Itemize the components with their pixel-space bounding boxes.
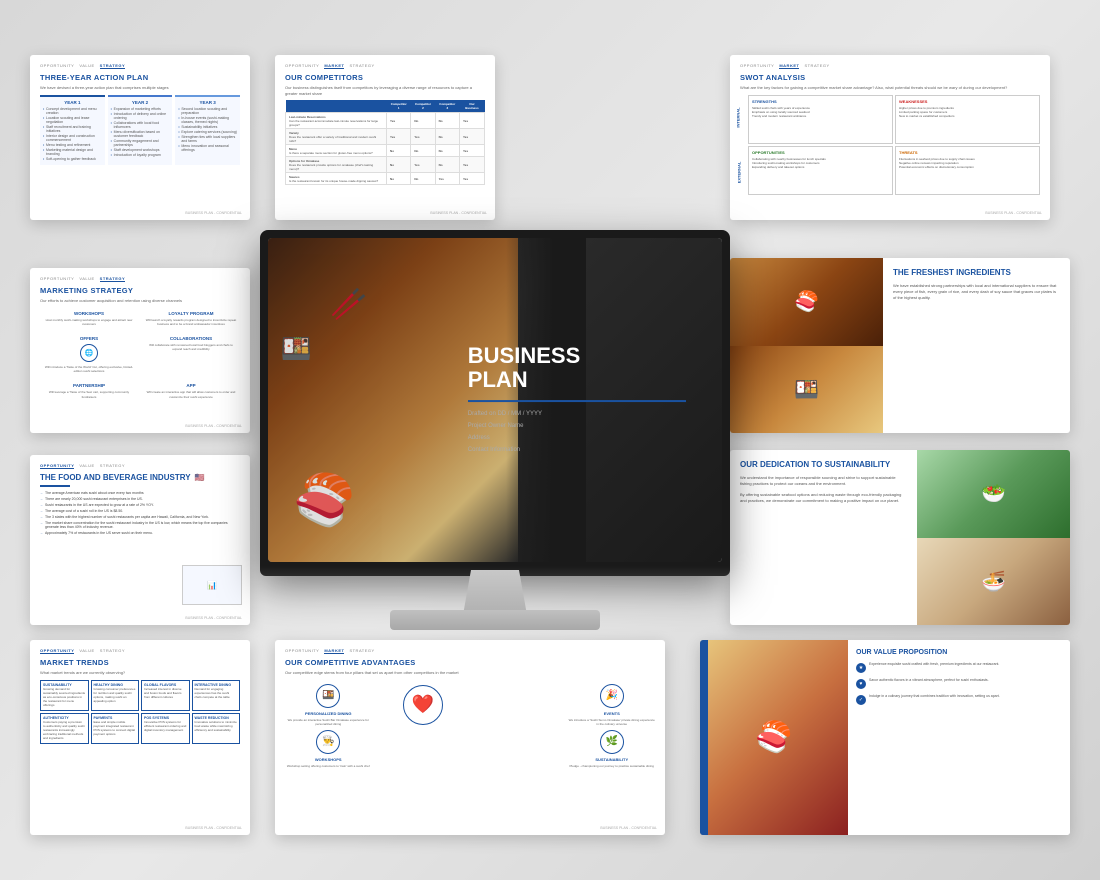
swot-opportunities: OPPORTUNITIES Collaborating with nearby … [748,146,893,195]
slide-market-trends: OPPORTUNITY VALUE STRATEGY MARKET TRENDS… [30,640,250,835]
trend-waste: WASTE REDUCTION Innovative solutions to … [192,713,241,744]
trends-grid-row1: SUSTAINABILITY Growing demand for sustai… [40,680,240,711]
trends-grid-row2: AUTHENTICITY Customers paying a premium … [40,713,240,744]
sustainability-title: OUR DEDICATION TO SUSTAINABILITY [740,460,907,470]
adv-sustainability: 🌿 SUSTAINABILITY Pledge - championing ou… [569,730,656,768]
value-item-2: ♥ Savor authentic flavors in a vibrant a… [856,678,1062,689]
competitors-table: Competitor 1 Competitor 2 Competitor 3 O… [285,100,485,185]
adv-events: 🎉 EVENTS We introduce a 'Sushi Sumo Omak… [569,684,656,726]
year-1-col: YEAR 1 Concept development and menu crea… [40,95,105,165]
food-industry-title: THE FOOD AND BEVERAGE INDUSTRY [40,473,191,483]
slide-freshest-ingredients: 🍣 🍱 THE FRESHEST INGREDIENTS We have est… [730,258,1070,433]
slide-value-proposition: 🍣 OUR VALUE PROPOSITION ★ Experience exq… [700,640,1070,835]
food-stats-list: The average American eats sushi about on… [40,491,240,535]
market-trends-subtitle: What market trends are we currently obse… [40,670,240,676]
ingredients-image-col: 🍣 🍱 [730,258,883,433]
adv-personalized: 🍱 PERSONALIZED DINING We provide an inte… [285,684,372,726]
bp-meta-drafted: Drafted on DD / MM / YYYY [468,408,686,420]
year-columns: YEAR 1 Concept development and menu crea… [40,95,240,165]
value-item-1: ★ Experience exquisite sushi crafted wit… [856,662,1062,673]
slide-competitors: OPPORTUNITY MARKET STRATEGY OUR COMPETIT… [275,55,495,220]
advantages-grid-bottom: 👨‍🍳 WORKSHOPS Workshop setting offering … [285,730,655,768]
slide-subtitle: We have devised a three-year action plan… [40,85,240,91]
freshest-title: THE FRESHEST INGREDIENTS [893,268,1060,278]
marketing-item-workshops: WORKSHOPS Host monthly sushi-making work… [40,308,138,329]
sushi-image-2: 🍱 [730,346,883,434]
freshest-text: We have established strong partnerships … [893,283,1060,301]
business-plan-slide: 🍣 🥢 🍱 BUSINESS PLAN Drafted on DD / MM /… [268,238,722,562]
trend-authenticity: AUTHENTICITY Customers paying a premium … [40,713,89,744]
slide-competitive-advantages: OPPORTUNITY MARKET STRATEGY OUR COMPETIT… [275,640,665,835]
value-image-col: 🍣 [700,640,848,835]
sustainability-text-2: By offering sustainable seafood options … [740,492,907,504]
swot-matrix: INTERNAL EXTERNAL STRENGTHS Skilled sush… [740,95,1040,195]
marketing-item-app: APP Will create an interactive app that … [142,380,240,401]
bp-text-area: BUSINESS PLAN Drafted on DD / MM / YYYY … [468,344,686,456]
marketing-subtitle: Our efforts to achieve customer acquisit… [40,298,240,304]
marketing-item-collab: COLLABORATIONS Will collaborate with ren… [142,333,240,376]
bp-meta-project: Project Owner Name [468,420,686,432]
slide-swot: OPPORTUNITY MARKET STRATEGY SWOT ANALYSI… [730,55,1050,220]
slide-tags: OPPORTUNITY VALUE STRATEGY [40,63,240,71]
competitors-title: OUR COMPETITORS [285,73,485,82]
monitor-stand-base [390,610,600,630]
marketing-grid: WORKSHOPS Host monthly sushi-making work… [40,308,240,402]
swot-threats: THREATS Fluctuations in seafood prices d… [895,146,1040,195]
swot-weaknesses: WEAKNESSES Higher prices due to premium … [895,95,1040,144]
swot-title: SWOT ANALYSIS [740,73,1040,82]
trend-healthy: HEALTHY DINING Growing consumer preferen… [91,680,140,711]
monitor: 🍣 🥢 🍱 BUSINESS PLAN Drafted on DD / MM /… [260,230,750,660]
market-trends-title: MARKET TRENDS [40,658,240,667]
slide-food-industry: OPPORTUNITY VALUE STRATEGY THE FOOD AND … [30,455,250,625]
adv-workshops: 👨‍🍳 WORKSHOPS Workshop setting offering … [285,730,372,768]
table-row: SaucesIs the restaurant known for its un… [286,173,485,185]
sushi-image-3: 🥗 [917,450,1070,538]
value-text-col: OUR VALUE PROPOSITION ★ Experience exqui… [848,640,1070,835]
slide-marketing: OPPORTUNITY VALUE STRATEGY MARKETING STR… [30,268,250,433]
table-row: Options for OmakaseDoes the restaurant p… [286,157,485,173]
bp-divider [468,400,686,402]
monitor-screen-content: 🍣 🥢 🍱 BUSINESS PLAN Drafted on DD / MM /… [268,238,722,562]
marketing-item-loyalty: LOYALTY PROGRAM Will launch a loyalty re… [142,308,240,329]
slide-title: THREE-YEAR ACTION PLAN [40,73,240,82]
bp-meta-contact: Contact Information [468,444,686,456]
value-proposition-title: OUR VALUE PROPOSITION [856,648,1062,657]
monitor-stand-neck [455,570,535,615]
trend-sustainability: SUSTAINABILITY Growing demand for sustai… [40,680,89,711]
sushi-image-4: 🍜 [917,538,1070,626]
business-plan-title: BUSINESS PLAN [468,344,686,392]
sushi-image-1: 🍣 [730,258,883,346]
blue-divider [40,485,70,487]
advantages-grid-top: 🍱 PERSONALIZED DINING We provide an inte… [285,684,655,726]
slide-three-year-plan: OPPORTUNITY VALUE STRATEGY THREE-YEAR AC… [30,55,250,220]
trend-pos: POS SYSTEMS Innovative POS systems for e… [141,713,190,744]
table-row: VarietyDoes the restaurant offer a varie… [286,129,485,145]
swot-strengths: STRENGTHS Skilled sushi chefs with years… [748,95,893,144]
trend-global: GLOBAL FLAVORS Increased interest in div… [141,680,190,711]
sustainability-image-col: 🥗 🍜 [917,450,1070,625]
year-3-col: YEAR 3 Second location scouting and prep… [175,95,240,165]
comp-adv-subtitle: Our competitive edge stems from four pil… [285,670,655,676]
marketing-item-partner: PARTNERSHIP Will leverage a 'Taste of th… [40,380,138,401]
trend-interactive: INTERACTIVE DINING Demand for engaging e… [192,680,241,711]
bp-meta-address: Address [468,432,686,444]
competitors-subtitle: Our business distinguishes itself from c… [285,85,485,96]
swot-subtitle: What are the key factors for gaining a c… [740,85,1040,91]
main-stage: OPPORTUNITY VALUE STRATEGY THREE-YEAR AC… [0,0,1100,880]
sustainability-text-1: We understand the importance of responsi… [740,475,907,487]
trend-payments: PAYMENTS Ease and simple mobile payment … [91,713,140,744]
value-item-3: ✓ Indulge in a culinary journey that com… [856,694,1062,705]
slide-sustainability: OUR DEDICATION TO SUSTAINABILITY We unde… [730,450,1070,625]
ingredients-text-col: THE FRESHEST INGREDIENTS We have establi… [883,258,1070,433]
monitor-screen: 🍣 🥢 🍱 BUSINESS PLAN Drafted on DD / MM /… [260,230,730,570]
sustainability-text-col: OUR DEDICATION TO SUSTAINABILITY We unde… [730,450,917,625]
marketing-item-offers: OFFERS 🌐 Will introduce a 'Taste of the … [40,333,138,376]
table-row: Last-minute ReservationsCan the restaura… [286,113,485,129]
year-2-col: YEAR 2 Expansion of marketing efforts In… [108,95,173,165]
marketing-title: MARKETING STRATEGY [40,286,240,295]
table-row: MenuIs there a separate menu section for… [286,145,485,157]
